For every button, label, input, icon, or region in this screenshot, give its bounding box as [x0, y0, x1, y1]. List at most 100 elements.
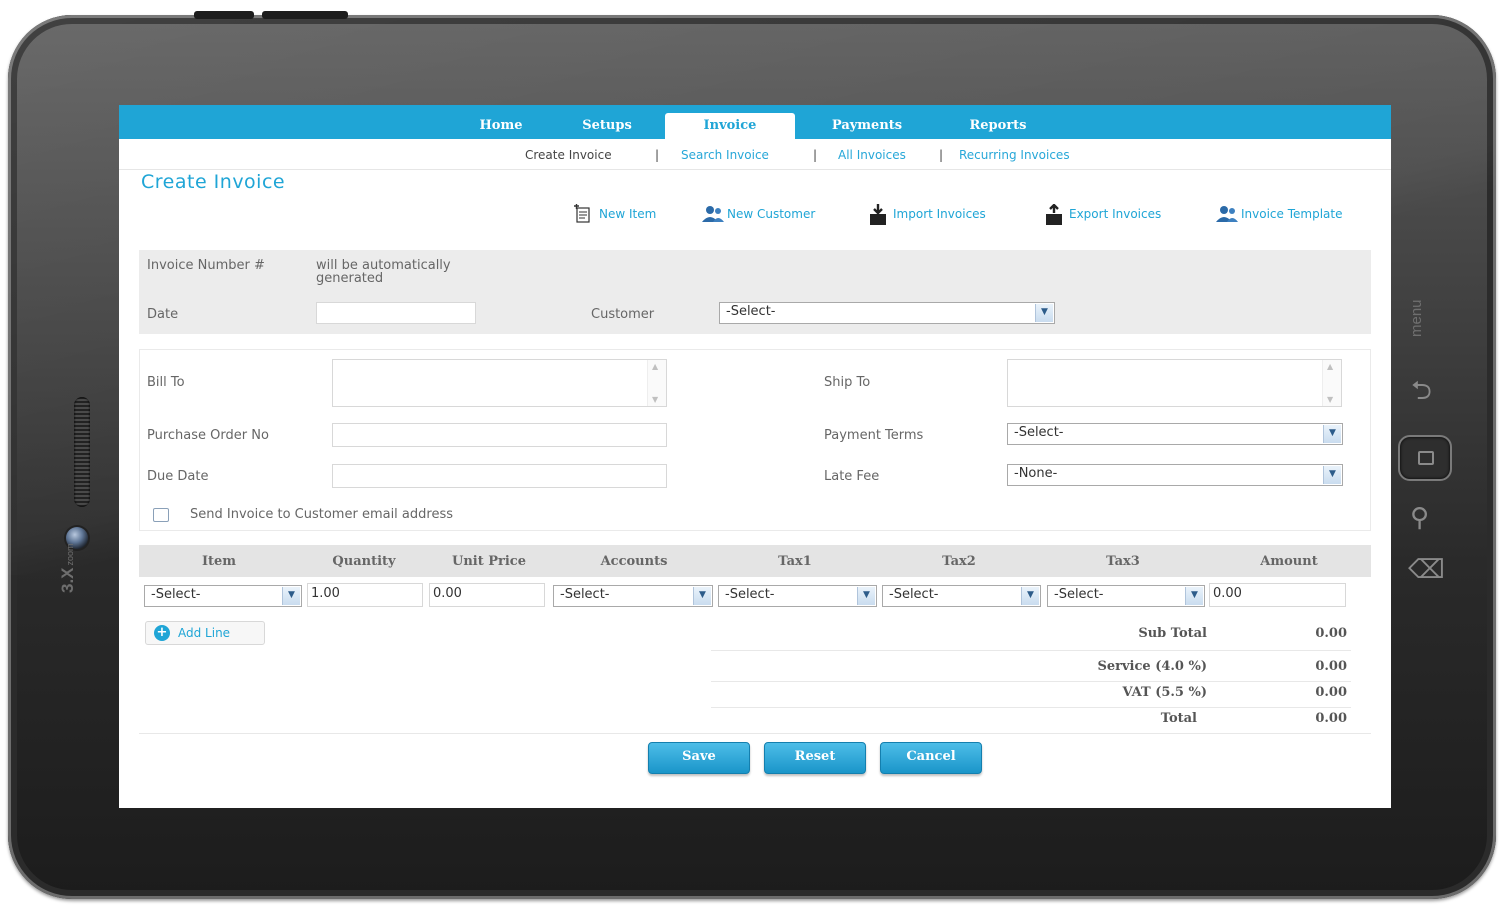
- import-icon: [867, 204, 889, 225]
- chevron-down-icon: ▼: [1035, 304, 1053, 322]
- power-button[interactable]: [194, 11, 254, 19]
- return-icon[interactable]: ⮌: [1411, 372, 1432, 416]
- nav-invoice[interactable]: Invoice: [665, 113, 795, 141]
- export-invoices-label: Export Invoices: [1069, 207, 1162, 221]
- save-button[interactable]: Save: [648, 742, 750, 774]
- service-label: Service (4.0 %): [1097, 659, 1207, 674]
- purchase-order-field[interactable]: [332, 423, 667, 447]
- unit-price-field[interactable]: 0.00: [429, 583, 545, 607]
- bill-to-scrollbar[interactable]: ▲ ▼: [647, 360, 666, 406]
- customer-select-value: -Select-: [726, 304, 776, 319]
- back-icon[interactable]: ⌫: [1408, 555, 1445, 585]
- subnav-search-invoice[interactable]: Search Invoice: [681, 148, 769, 162]
- scroll-up-icon[interactable]: ▲: [1327, 362, 1333, 371]
- bill-to-label: Bill To: [147, 375, 185, 390]
- new-customer-button[interactable]: New Customer: [701, 203, 815, 225]
- item-select-value: -Select-: [151, 587, 201, 602]
- chevron-down-icon: ▼: [693, 587, 711, 605]
- send-email-checkbox[interactable]: [153, 508, 169, 522]
- ship-to-field[interactable]: ▲ ▼: [1007, 359, 1342, 407]
- scroll-down-icon[interactable]: ▼: [652, 395, 658, 404]
- tax2-select[interactable]: -Select- ▼: [882, 585, 1041, 607]
- add-line-button[interactable]: + Add Line: [145, 621, 265, 645]
- tax1-select[interactable]: -Select- ▼: [718, 585, 877, 607]
- subnav-create-invoice[interactable]: Create Invoice: [525, 148, 612, 162]
- col-tax1: Tax1: [778, 554, 812, 569]
- reset-button[interactable]: Reset: [764, 742, 866, 774]
- totals-divider: [711, 707, 1351, 708]
- device-brand-text: 3.X: [58, 567, 77, 593]
- nav-home[interactable]: Home: [465, 105, 537, 139]
- late-fee-select[interactable]: -None- ▼: [1007, 464, 1343, 486]
- amount-field: 0.00: [1209, 583, 1346, 607]
- scroll-up-icon[interactable]: ▲: [652, 362, 658, 371]
- ship-to-scrollbar[interactable]: ▲ ▼: [1322, 360, 1341, 406]
- payment-terms-select[interactable]: -Select- ▼: [1007, 423, 1343, 445]
- tax2-select-value: -Select-: [889, 587, 939, 602]
- import-invoices-button[interactable]: Import Invoices: [867, 203, 986, 225]
- device-brand-sub: zoom: [65, 543, 75, 566]
- volume-button[interactable]: [262, 11, 348, 19]
- totals-divider: [711, 650, 1351, 651]
- payment-terms-value: -Select-: [1014, 425, 1064, 440]
- sub-total-value: 0.00: [1315, 626, 1347, 641]
- purchase-order-label: Purchase Order No: [147, 428, 269, 443]
- new-item-icon: [573, 204, 595, 224]
- subnav-recurring-invoices[interactable]: Recurring Invoices: [959, 148, 1070, 162]
- vat-label: VAT (5.5 %): [1122, 685, 1207, 700]
- tax1-select-value: -Select-: [725, 587, 775, 602]
- item-select[interactable]: -Select- ▼: [144, 585, 302, 607]
- section-divider: [139, 733, 1371, 734]
- send-email-label: Send Invoice to Customer email address: [190, 507, 454, 522]
- payment-terms-label: Payment Terms: [824, 428, 924, 443]
- col-item: Item: [201, 554, 237, 569]
- due-date-label: Due Date: [147, 469, 209, 484]
- chevron-down-icon: ▼: [1185, 587, 1203, 605]
- subnav-separator: |: [939, 148, 944, 162]
- date-field[interactable]: [316, 302, 476, 324]
- totals-divider: [711, 681, 1351, 682]
- invoice-number-label: Invoice Number #: [147, 258, 265, 273]
- add-line-label: Add Line: [178, 626, 231, 640]
- scroll-down-icon[interactable]: ▼: [1327, 395, 1333, 404]
- new-item-button[interactable]: New Item: [573, 203, 656, 225]
- export-icon: [1043, 203, 1065, 225]
- invoice-number-value: will be automatically generated: [316, 258, 451, 286]
- export-invoices-button[interactable]: Export Invoices: [1043, 203, 1161, 225]
- nav-setups[interactable]: Setups: [567, 105, 647, 139]
- tax3-select[interactable]: -Select- ▼: [1047, 585, 1205, 607]
- chevron-down-icon: ▼: [1323, 425, 1341, 443]
- invoice-template-button[interactable]: Invoice Template: [1215, 203, 1342, 225]
- accounts-select-value: -Select-: [560, 587, 610, 602]
- nav-reports[interactable]: Reports: [953, 105, 1043, 139]
- chevron-down-icon: ▼: [282, 587, 300, 605]
- chevron-down-icon: ▼: [857, 587, 875, 605]
- items-table-header: Item Quantity Unit Price Accounts Tax1 T…: [139, 545, 1371, 577]
- template-icon: [1215, 204, 1238, 224]
- chevron-down-icon: ▼: [1323, 466, 1341, 484]
- subnav-all-invoices[interactable]: All Invoices: [838, 148, 906, 162]
- late-fee-value: -None-: [1014, 466, 1058, 481]
- bill-to-field[interactable]: ▲ ▼: [332, 359, 667, 407]
- cancel-button[interactable]: Cancel: [880, 742, 982, 774]
- late-fee-label: Late Fee: [824, 469, 880, 484]
- total-label: Total: [1160, 711, 1197, 726]
- home-button[interactable]: [1398, 435, 1452, 481]
- main-nav: Home Setups Invoice Payments Reports: [119, 105, 1391, 141]
- due-date-field[interactable]: [332, 464, 667, 488]
- search-icon[interactable]: ⚲: [1410, 503, 1429, 533]
- customer-select[interactable]: -Select- ▼: [719, 302, 1055, 324]
- customer-label: Customer: [591, 307, 655, 322]
- quantity-field[interactable]: 1.00: [307, 583, 423, 607]
- subnav-separator: |: [813, 148, 818, 162]
- date-label: Date: [147, 307, 179, 322]
- accounts-select[interactable]: -Select- ▼: [553, 585, 713, 607]
- app-screen: Home Setups Invoice Payments Reports Cre…: [119, 105, 1391, 808]
- col-tax3: Tax3: [1106, 554, 1140, 569]
- col-tax2: Tax2: [942, 554, 976, 569]
- new-item-label: New Item: [599, 207, 657, 221]
- menu-label: menu: [1408, 299, 1425, 337]
- speaker-grille: [74, 397, 90, 507]
- nav-payments[interactable]: Payments: [815, 105, 919, 139]
- vat-value: 0.00: [1315, 685, 1347, 700]
